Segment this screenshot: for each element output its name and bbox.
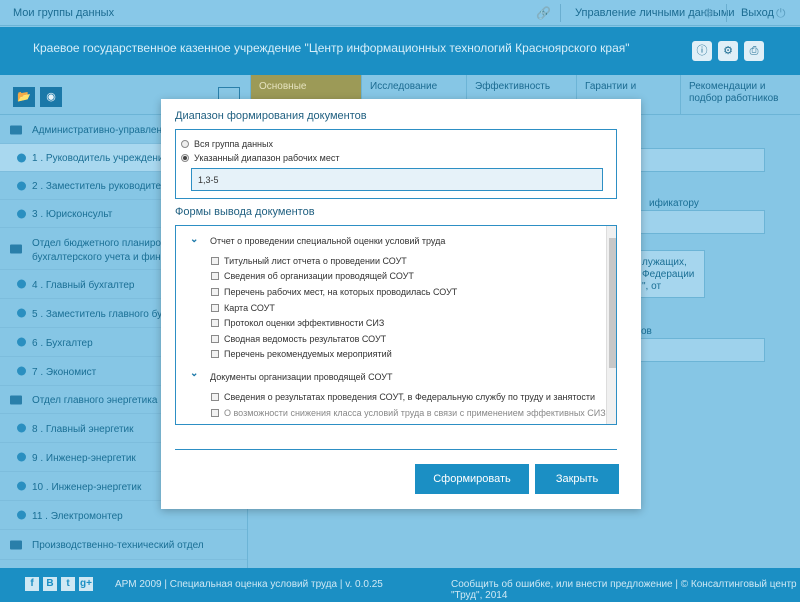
radio-all-group[interactable]	[181, 140, 189, 148]
form-label: Карта СОУТ	[224, 303, 275, 313]
field-label: ов	[641, 326, 652, 337]
form-label: Титульный лист отчета о проведении СОУТ	[224, 256, 407, 266]
nav-divider	[560, 4, 561, 22]
link-icon[interactable]: 🔗	[536, 0, 551, 26]
scrollbar-thumb[interactable]	[609, 238, 616, 368]
workplace-icon	[17, 510, 26, 520]
folder-icon	[10, 244, 22, 253]
form-label: Сводная ведомость результатов СОУТ	[224, 334, 387, 344]
form-label: О возможности снижения класса условий тр…	[224, 408, 606, 418]
print-icon[interactable]: ⎙	[744, 41, 764, 61]
text-area[interactable]: лужащих, Федерации ", от	[639, 250, 705, 298]
forms-heading: Формы вывода документов	[175, 206, 315, 218]
document-generation-dialog: Диапазон формирования документов Вся гру…	[161, 99, 641, 509]
form-label: Сведения об организации проводящей СОУТ	[224, 271, 414, 281]
classifier-label: ификатору	[649, 198, 699, 209]
workplace-icon	[17, 337, 26, 347]
workplace-icon	[17, 366, 26, 376]
generate-button[interactable]: Сформировать	[415, 464, 529, 494]
twitter-icon[interactable]: t	[61, 577, 75, 591]
organization-title: Краевое государственное казенное учрежде…	[33, 41, 630, 55]
form-label: Сведения о результатах проведения СОУТ, …	[224, 392, 596, 402]
group-title[interactable]: Отчет о проведении специальной оценки ус…	[210, 236, 445, 246]
workplace-icon	[17, 452, 26, 462]
form-checkbox[interactable]	[211, 350, 219, 358]
form-checkbox[interactable]	[211, 335, 219, 343]
folder-icon	[10, 540, 22, 549]
form-checkbox[interactable]	[211, 409, 219, 417]
form-label: Перечень рабочих мест, на которых провод…	[224, 287, 458, 297]
settings-icon[interactable]: ⚙	[718, 41, 738, 61]
footer: f B t g+ АРМ 2009 | Специальная оценка у…	[0, 568, 800, 602]
form-checkbox[interactable]	[211, 304, 219, 312]
workplace-icon	[17, 209, 26, 218]
open-folder-icon[interactable]: 📂	[13, 87, 35, 107]
tab-recommendations[interactable]: Рекомендации и подбор работников	[680, 75, 800, 115]
record-icon[interactable]: ◉	[40, 87, 62, 107]
footer-version: АРМ 2009 | Специальная оценка условий тр…	[115, 579, 383, 590]
form-label: Протокол оценки эффективности СИЗ	[224, 318, 385, 328]
tree-folder[interactable]: Производственно-технический отдел	[0, 530, 247, 560]
range-input[interactable]: 1,3-5	[191, 168, 603, 191]
form-checkbox[interactable]	[211, 319, 219, 327]
workplace-icon	[17, 279, 26, 289]
info-icon[interactable]: ⓘ	[692, 41, 712, 61]
radio-range-label: Указанный диапазон рабочих мест	[194, 153, 340, 163]
personal-data-icon[interactable]: ⚙	[703, 0, 714, 26]
workplace-icon	[17, 481, 26, 491]
folder-icon	[10, 125, 22, 134]
form-label: Перечень рекомендуемых мероприятий	[224, 349, 392, 359]
workplace-icon	[17, 181, 26, 190]
my-groups-link[interactable]: Мои группы данных	[13, 0, 114, 26]
workplace-icon	[17, 153, 26, 162]
workplace-icon	[17, 423, 26, 433]
workplace-icon	[17, 308, 26, 318]
folder-icon	[10, 395, 22, 404]
chevron-down-icon[interactable]: ⌄	[190, 234, 198, 245]
google-plus-icon[interactable]: g+	[79, 577, 93, 591]
classifier-field[interactable]	[639, 210, 765, 234]
close-button[interactable]: Закрыть	[535, 464, 619, 494]
footer-report-link[interactable]: Сообщить об ошибке, или внести предложен…	[451, 579, 800, 601]
divider	[175, 449, 617, 450]
radio-all-label: Вся группа данных	[194, 139, 273, 149]
nav-divider	[726, 4, 727, 22]
range-group: Вся группа данных Указанный диапазон раб…	[175, 129, 617, 199]
header-band: Краевое государственное казенное учрежде…	[0, 27, 800, 75]
form-checkbox[interactable]	[211, 257, 219, 265]
form-checkbox[interactable]	[211, 288, 219, 296]
forms-scrollbar[interactable]	[606, 226, 616, 424]
exit-icon[interactable]: ⏻	[776, 0, 786, 26]
chevron-down-icon[interactable]: ⌄	[190, 368, 198, 379]
form-checkbox[interactable]	[211, 393, 219, 401]
vk-icon[interactable]: B	[43, 577, 57, 591]
text-field[interactable]	[639, 338, 765, 362]
group-title[interactable]: Документы организации проводящей СОУТ	[210, 372, 393, 382]
text-field[interactable]	[639, 148, 765, 172]
form-checkbox[interactable]	[211, 272, 219, 280]
exit-link[interactable]: Выход	[741, 0, 774, 26]
forms-list: ⌄ Отчет о проведении специальной оценки …	[175, 225, 617, 425]
radio-range[interactable]	[181, 154, 189, 162]
range-heading: Диапазон формирования документов	[175, 110, 367, 122]
facebook-icon[interactable]: f	[25, 577, 39, 591]
top-nav: Мои группы данных 🔗 Управление личными д…	[0, 0, 800, 26]
